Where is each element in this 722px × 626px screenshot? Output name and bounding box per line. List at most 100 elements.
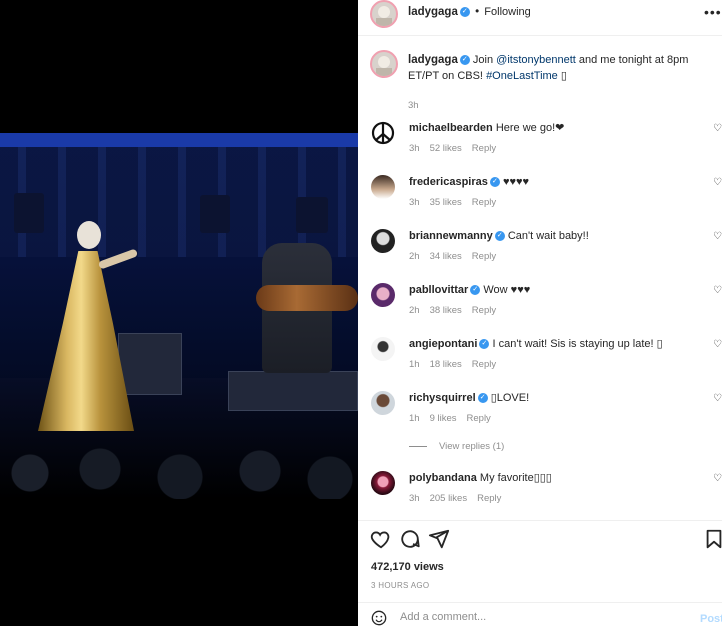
comment-avatar[interactable] (371, 283, 395, 307)
post-panel: ladygaga ✓ • Following ••• ladygaga ✓ Join… (358, 0, 722, 626)
comment-username[interactable]: fredericaspiras (409, 176, 488, 188)
emoji-icon[interactable] (371, 610, 387, 626)
add-comment-input[interactable] (400, 611, 690, 623)
comment-text: ▯LOVE! (490, 392, 530, 404)
comment-item: fredericaspiras ✓ ♥♥♥♥ 3h 35 likes Reply ♡ (358, 175, 722, 229)
header-divider (358, 35, 722, 36)
like-comment-heart-icon[interactable]: ♡ (713, 393, 722, 404)
comment-likes[interactable]: 38 likes (430, 305, 462, 316)
like-comment-heart-icon[interactable]: ♡ (713, 473, 722, 484)
comment-username[interactable]: briannewmanny (409, 230, 493, 242)
comment-text: Wow ♥♥♥ (483, 284, 531, 296)
comment-item: richysquirrel ✓ ▯LOVE! 1h 9 likes Reply ♡ (358, 391, 722, 445)
like-comment-heart-icon[interactable]: ♡ (713, 123, 722, 134)
comment-likes[interactable]: 35 likes (430, 197, 462, 208)
verified-badge-icon: ✓ (459, 6, 470, 17)
save-bookmark-icon[interactable] (703, 528, 722, 550)
music-stand (14, 193, 44, 233)
comment-username[interactable]: michaelbearden (409, 122, 493, 134)
comment-time: 3h (409, 493, 420, 504)
comment-avatar[interactable] (371, 175, 395, 199)
following-button[interactable]: Following (484, 6, 530, 18)
verified-badge-icon: ✓ (459, 55, 470, 66)
verified-badge-icon: ✓ (494, 231, 505, 242)
header-separator: • (475, 6, 480, 18)
singer-head (77, 221, 101, 249)
caption-username[interactable]: ladygaga (408, 54, 458, 66)
like-heart-icon[interactable] (370, 528, 392, 550)
share-send-icon[interactable] (428, 528, 450, 550)
view-count[interactable]: 472,170 views (371, 561, 444, 573)
comment-avatar[interactable] (371, 337, 395, 361)
like-comment-heart-icon[interactable]: ♡ (713, 339, 722, 350)
actions-divider (358, 520, 722, 521)
like-comment-heart-icon[interactable]: ♡ (713, 231, 722, 242)
comment-meta: 2h 34 likes Reply (409, 251, 506, 262)
stage-monitor (118, 333, 182, 395)
caption-hashtag-link[interactable]: #OneLastTime (486, 70, 558, 82)
reply-button[interactable]: Reply (472, 305, 496, 316)
comment-avatar[interactable] (371, 121, 395, 145)
video-player[interactable] (0, 133, 358, 499)
comment-username[interactable]: angiepontani (409, 338, 477, 350)
comment-avatar[interactable] (371, 471, 395, 495)
comment-body: pabllovittar ✓ Wow ♥♥♥ (409, 283, 530, 297)
comment-likes[interactable]: 9 likes (430, 413, 457, 424)
reply-button[interactable]: Reply (472, 251, 496, 262)
comment-avatar[interactable] (371, 391, 395, 415)
post-comment-button[interactable]: Post (700, 613, 722, 625)
reply-button[interactable]: Reply (472, 143, 496, 154)
caption-text: ▯ (557, 70, 567, 82)
post-caption: ladygaga ✓ Join @itstonybennett and me to… (408, 52, 718, 114)
comment-body: angiepontani ✓ I can't wait! Sis is stayi… (409, 337, 663, 351)
post-timestamp: 3 HOURS AGO (371, 581, 430, 590)
comment-body: michaelbearden Here we go!❤ (409, 121, 564, 135)
comment-body: fredericaspiras ✓ ♥♥♥♥ (409, 175, 529, 189)
comment-username[interactable]: pabllovittar (409, 284, 468, 296)
reply-button[interactable]: Reply (467, 413, 491, 424)
reply-button[interactable]: Reply (472, 359, 496, 370)
caption-avatar[interactable] (370, 50, 398, 78)
comment-username[interactable]: polybandana (409, 472, 477, 484)
avatar-image (376, 56, 392, 76)
comment-text: Here we go!❤ (495, 122, 565, 134)
comment-time: 1h (409, 413, 420, 424)
comment-bubble-icon[interactable] (399, 528, 421, 550)
header-line: ladygaga ✓ • Following (408, 6, 531, 18)
comment-time: 3h (409, 143, 420, 154)
author-avatar[interactable] (370, 0, 398, 28)
comment-likes[interactable]: 34 likes (430, 251, 462, 262)
comment-item: angiepontani ✓ I can't wait! Sis is stayi… (358, 337, 722, 391)
comment-item: michaelbearden Here we go!❤ 3h 52 likes Re… (358, 121, 722, 175)
comment-likes[interactable]: 205 likes (430, 493, 468, 504)
header-username[interactable]: ladygaga (408, 6, 458, 18)
stage-riser (228, 371, 358, 411)
comment-meta: 3h 52 likes Reply (409, 143, 506, 154)
reply-button[interactable]: Reply (472, 197, 496, 208)
comment-username[interactable]: richysquirrel (409, 392, 476, 404)
music-stand (296, 197, 328, 233)
like-comment-heart-icon[interactable]: ♡ (713, 285, 722, 296)
reply-button[interactable]: Reply (477, 493, 501, 504)
verified-badge-icon: ✓ (470, 285, 481, 296)
like-comment-heart-icon[interactable]: ♡ (713, 177, 722, 188)
view-replies-button[interactable]: View replies (1) (409, 441, 504, 452)
caption-text: Join (472, 54, 497, 66)
avatar-image (376, 6, 392, 26)
post-header: ladygaga ✓ • Following ••• (358, 0, 722, 35)
comment-meta: 3h 205 likes Reply (409, 493, 511, 504)
music-stand (200, 195, 230, 233)
caption-mention-link[interactable]: @itstonybennett (496, 54, 576, 66)
comment-text: ♥♥♥♥ (502, 176, 530, 188)
view-replies-label: View replies (1) (439, 441, 505, 452)
comment-likes[interactable]: 52 likes (430, 143, 462, 154)
verified-badge-icon: ✓ (489, 177, 500, 188)
comment-item: briannewmanny ✓ Can't wait baby!! 2h 34 li… (358, 229, 722, 283)
comment-avatar[interactable] (371, 229, 395, 253)
comment-time: 3h (409, 197, 420, 208)
peace-sign-icon (371, 121, 395, 145)
comment-text: My favorite▯▯▯ (479, 472, 552, 484)
comment-item: polybandana My favorite▯▯▯ 3h 205 likes Re… (358, 471, 722, 525)
more-options-icon[interactable]: ••• (704, 4, 722, 20)
comment-likes[interactable]: 18 likes (430, 359, 462, 370)
